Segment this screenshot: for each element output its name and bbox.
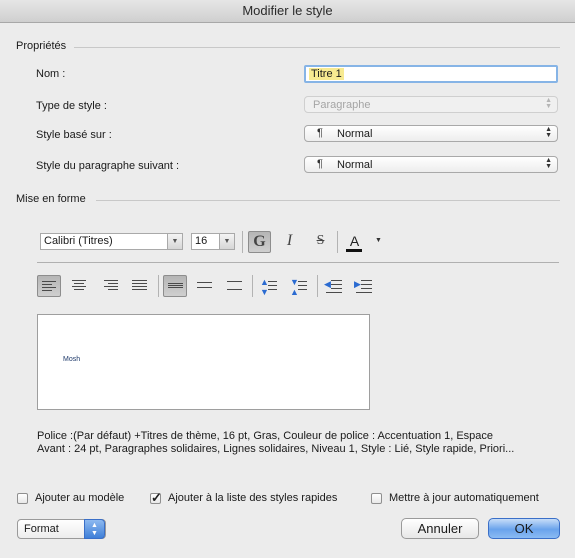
- auto-update-checkbox[interactable]: [371, 493, 382, 504]
- justify-button[interactable]: [128, 275, 152, 297]
- space-after-button[interactable]: ▼ ▲: [287, 275, 311, 297]
- italic-button[interactable]: I: [278, 231, 301, 253]
- style-type-popup: Paragraphe ▲ ▼: [304, 96, 558, 113]
- toolbar-separator: [158, 275, 159, 297]
- section-divider: [96, 200, 560, 201]
- based-on-value: Normal: [337, 128, 373, 140]
- font-color-swatch: [346, 249, 362, 252]
- font-name-combo[interactable]: Calibri (Titres) ▼: [40, 233, 183, 250]
- add-to-template-checkbox[interactable]: [17, 493, 28, 504]
- next-style-popup[interactable]: ¶ Normal ▲ ▼: [304, 156, 558, 173]
- dropdown-arrow-icon[interactable]: ▼: [219, 234, 234, 249]
- cancel-button[interactable]: Annuler: [401, 518, 479, 539]
- toolbar-separator: [337, 231, 338, 253]
- align-center-button[interactable]: [67, 275, 91, 297]
- double-spacing-button[interactable]: [223, 275, 247, 297]
- font-color-letter: A: [349, 233, 360, 249]
- decrease-indent-button[interactable]: ◀: [322, 275, 346, 297]
- toolbar-separator: [317, 275, 318, 297]
- auto-update-label: Mettre à jour automatiquement: [389, 492, 539, 504]
- based-on-label: Style basé sur :: [36, 129, 112, 141]
- updown-arrows-icon: ▲ ▼: [545, 97, 552, 110]
- based-on-popup[interactable]: ¶ Normal ▲ ▼: [304, 125, 558, 142]
- toolbar-divider: [37, 262, 559, 263]
- section-title-properties: Propriétés: [16, 40, 67, 52]
- name-label: Nom :: [36, 68, 66, 80]
- updown-arrows-icon: ▲ ▼: [545, 157, 552, 170]
- dropdown-arrow-icon[interactable]: ▼: [167, 234, 182, 249]
- font-size-combo[interactable]: 16 ▼: [191, 233, 235, 250]
- add-to-template-label: Ajouter au modèle: [35, 492, 125, 504]
- updown-arrows-icon: ▲ ▼: [545, 126, 552, 139]
- pilcrow-icon: ¶: [317, 127, 323, 139]
- font-name-value: Calibri (Titres): [44, 235, 113, 247]
- section-title-formatting: Mise en forme: [16, 193, 86, 205]
- font-color-button[interactable]: A: [343, 231, 366, 253]
- format-popup-button[interactable]: Format ▲ ▼: [17, 519, 106, 539]
- style-description-line: Avant : 24 pt, Paragraphes solidaires, L…: [37, 443, 515, 455]
- font-color-dropdown-icon[interactable]: ▼: [375, 237, 382, 244]
- add-to-quick-styles-label: Ajouter à la liste des styles rapides: [168, 492, 338, 504]
- add-to-quick-styles-checkbox[interactable]: [150, 490, 162, 506]
- style-type-value: Paragraphe: [313, 99, 371, 111]
- section-divider: [74, 47, 560, 48]
- toolbar-separator: [242, 231, 243, 253]
- pilcrow-icon: ¶: [317, 158, 323, 170]
- single-spacing-button[interactable]: [163, 275, 187, 297]
- align-right-button[interactable]: [98, 275, 122, 297]
- updown-arrows-icon: ▲ ▼: [84, 519, 105, 539]
- increase-indent-button[interactable]: ▶: [352, 275, 376, 297]
- style-description-line: Police :(Par défaut) +Titres de thème, 1…: [37, 430, 494, 442]
- next-style-value: Normal: [337, 159, 373, 171]
- style-type-label: Type de style :: [36, 100, 107, 112]
- space-before-button[interactable]: ▲ ▼: [257, 275, 281, 297]
- name-field[interactable]: Titre 1: [304, 65, 558, 83]
- one-half-spacing-button[interactable]: [193, 275, 217, 297]
- toolbar-separator: [252, 275, 253, 297]
- next-style-label: Style du paragraphe suivant :: [36, 160, 180, 172]
- window-title: Modifier le style: [0, 0, 575, 23]
- name-value: Titre 1: [309, 68, 344, 80]
- bold-button[interactable]: G: [248, 231, 271, 253]
- strikethrough-button[interactable]: S: [309, 231, 332, 253]
- format-label: Format: [24, 523, 59, 535]
- align-left-button[interactable]: [37, 275, 61, 297]
- font-size-value: 16: [195, 235, 208, 247]
- ok-button[interactable]: OK: [488, 518, 560, 539]
- preview-text: Mosh: [63, 356, 81, 363]
- style-preview: Mosh: [37, 314, 370, 410]
